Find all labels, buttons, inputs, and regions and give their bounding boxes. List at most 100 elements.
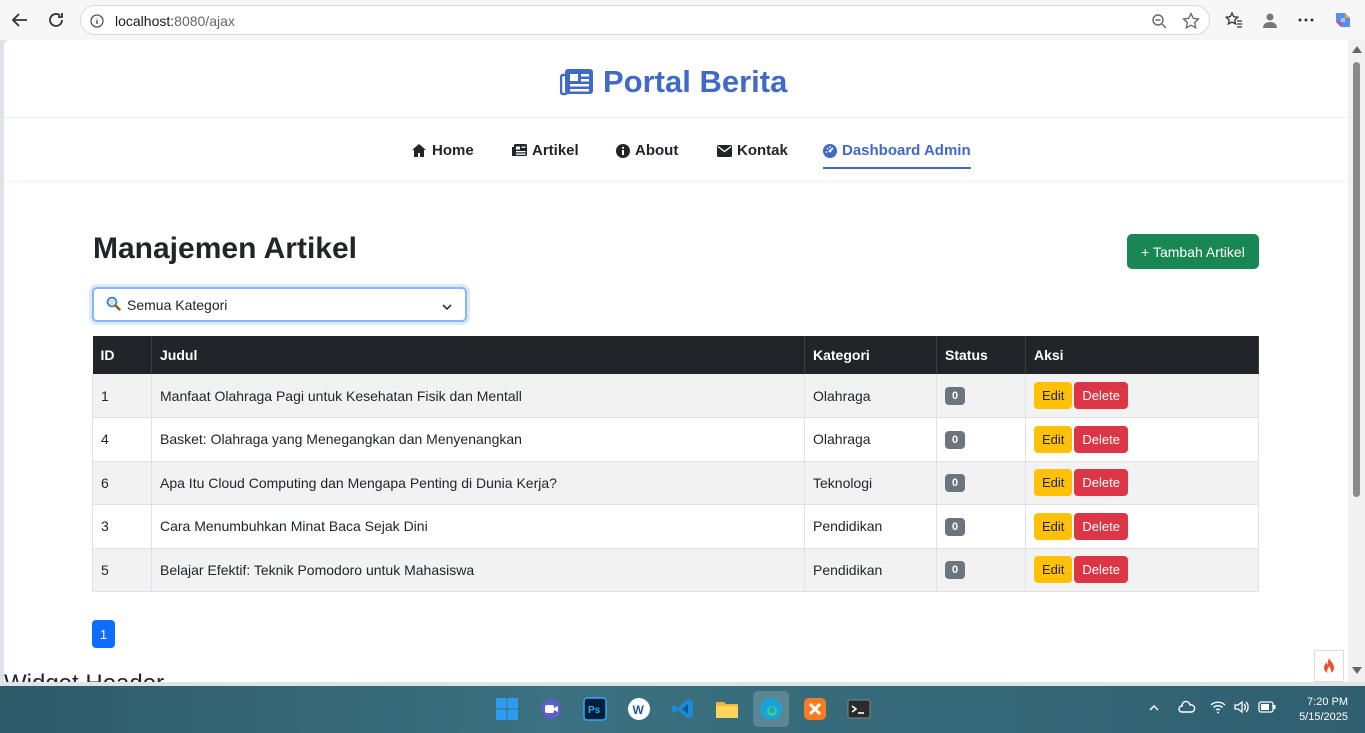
- cell-title: Cara Menumbuhkan Minat Baca Sejak Dini: [151, 504, 805, 549]
- terminal-icon[interactable]: [841, 691, 877, 727]
- pagination-page-1[interactable]: 1: [92, 620, 115, 648]
- cell-id: 1: [92, 374, 152, 418]
- file-explorer-icon[interactable]: [709, 691, 745, 727]
- nav-home[interactable]: Home: [411, 142, 474, 159]
- edit-button[interactable]: Edit: [1034, 382, 1073, 409]
- windows-taskbar: Ps W 7:20 PM 5/15/2025: [0, 686, 1365, 733]
- more-options-icon[interactable]: [1294, 8, 1318, 32]
- address-bar[interactable]: localhost:8080/ajax: [80, 5, 1210, 35]
- cell-id: 5: [92, 548, 152, 592]
- articles-table: ID Judul Kategori Status Aksi 1 Manfaat …: [92, 336, 1259, 592]
- cell-status: 0: [936, 504, 1026, 549]
- cell-category: Olahraga: [804, 374, 937, 418]
- favorite-star-icon[interactable]: [1181, 11, 1201, 31]
- cell-status: 0: [936, 417, 1026, 462]
- add-article-button[interactable]: + Tambah Artikel: [1127, 234, 1259, 269]
- table-row: 4 Basket: Olahraga yang Menegangkan dan …: [92, 417, 1259, 462]
- status-badge: 0: [945, 474, 966, 493]
- column-header-id: ID: [92, 336, 152, 374]
- wps-icon[interactable]: W: [621, 691, 657, 727]
- delete-button[interactable]: Delete: [1074, 382, 1128, 409]
- column-header-status: Status: [936, 336, 1026, 374]
- cell-actions: Edit Delete: [1025, 504, 1259, 549]
- tray-chevron-up-icon[interactable]: [1148, 700, 1160, 718]
- page-title: Manajemen Artikel: [93, 232, 357, 265]
- cell-status: 0: [936, 461, 1026, 505]
- edge-icon[interactable]: [753, 691, 789, 727]
- cell-id: 6: [92, 461, 152, 505]
- cell-category: Pendidikan: [804, 548, 937, 592]
- scroll-down-icon[interactable]: [1352, 667, 1362, 674]
- widget-header: Widget Header: [4, 670, 164, 682]
- scroll-up-icon[interactable]: [1352, 46, 1362, 53]
- battery-icon[interactable]: [1258, 700, 1276, 718]
- page-scrollbar[interactable]: [1348, 40, 1365, 682]
- brand-logo[interactable]: Portal Berita: [560, 64, 787, 100]
- site-info-icon[interactable]: [87, 11, 107, 31]
- status-badge: 0: [945, 387, 966, 405]
- teams-icon[interactable]: [533, 691, 569, 727]
- url-text: localhost:8080/ajax: [115, 13, 235, 29]
- cell-title: Belajar Efektif: Teknik Pomodoro untuk M…: [151, 548, 805, 592]
- table-row: 1 Manfaat Olahraga Pagi untuk Kesehatan …: [92, 374, 1259, 418]
- nav-about-label: About: [635, 142, 679, 159]
- delete-button[interactable]: Delete: [1074, 512, 1128, 540]
- vscode-icon[interactable]: [665, 691, 701, 727]
- onedrive-icon[interactable]: [1178, 700, 1196, 719]
- copilot-icon[interactable]: [1331, 8, 1355, 32]
- nav-dashboard-admin[interactable]: Dashboard Admin: [823, 142, 971, 169]
- reload-icon[interactable]: [44, 8, 68, 32]
- cell-actions: Edit Delete: [1025, 548, 1259, 592]
- cell-title: Basket: Olahraga yang Menegangkan dan Me…: [151, 417, 805, 462]
- cell-actions: Edit Delete: [1025, 461, 1259, 505]
- nav-artikel-label: Artikel: [532, 142, 579, 159]
- clock-date: 5/15/2025: [1299, 711, 1348, 723]
- volume-icon[interactable]: [1234, 700, 1250, 719]
- system-clock[interactable]: 7:20 PM 5/15/2025: [1290, 695, 1348, 725]
- status-badge: 0: [945, 430, 966, 449]
- nav-artikel[interactable]: Artikel: [512, 142, 579, 159]
- main-nav: Home Artikel About Kontak Dashboard Admi…: [4, 118, 1348, 180]
- svg-text:Ps: Ps: [588, 705, 601, 716]
- info-icon: [616, 143, 630, 158]
- nav-kontak-label: Kontak: [737, 142, 788, 159]
- edit-button[interactable]: Edit: [1034, 512, 1073, 540]
- photoshop-icon[interactable]: Ps: [577, 691, 613, 727]
- nav-about[interactable]: About: [616, 142, 678, 159]
- cell-actions: Edit Delete: [1025, 374, 1259, 418]
- column-header-kategori: Kategori: [804, 336, 937, 374]
- web-page: Portal Berita Home Artikel About Kontak …: [4, 40, 1348, 682]
- table-row: 6 Apa Itu Cloud Computing dan Mengapa Pe…: [92, 461, 1259, 505]
- cell-status: 0: [936, 374, 1026, 418]
- table-row: 5 Belajar Efektif: Teknik Pomodoro untuk…: [92, 548, 1259, 592]
- edit-button[interactable]: Edit: [1034, 425, 1073, 453]
- url-host: localhost:: [115, 13, 175, 29]
- delete-button[interactable]: Delete: [1074, 556, 1128, 584]
- nav-kontak[interactable]: Kontak: [717, 142, 788, 159]
- category-filter-select[interactable]: Semua Kategori: [92, 287, 467, 322]
- favorites-icon[interactable]: [1222, 8, 1246, 32]
- edit-button[interactable]: Edit: [1034, 469, 1073, 497]
- cell-actions: Edit Delete: [1025, 417, 1259, 462]
- newspaper-icon: [512, 144, 527, 156]
- table-header-row: ID Judul Kategori Status Aksi: [92, 336, 1259, 374]
- wifi-icon[interactable]: [1210, 700, 1226, 719]
- magnifier-icon: [106, 296, 121, 314]
- column-header-judul: Judul: [151, 336, 805, 374]
- profile-icon[interactable]: [1258, 8, 1282, 32]
- envelope-icon: [717, 144, 732, 157]
- newspaper-icon: [560, 69, 593, 96]
- start-icon[interactable]: [489, 691, 525, 727]
- brand-text: Portal Berita: [603, 64, 788, 99]
- delete-button[interactable]: Delete: [1074, 425, 1128, 453]
- flame-icon[interactable]: [1314, 650, 1344, 682]
- zoom-icon[interactable]: [1149, 11, 1169, 31]
- cell-id: 4: [92, 417, 152, 462]
- edit-button[interactable]: Edit: [1034, 556, 1073, 584]
- browser-toolbar: localhost:8080/ajax: [0, 0, 1365, 40]
- scrollbar-thumb[interactable]: [1353, 62, 1360, 497]
- xampp-icon[interactable]: [797, 691, 833, 727]
- back-icon[interactable]: [8, 8, 32, 32]
- delete-button[interactable]: Delete: [1074, 469, 1128, 497]
- chevron-down-icon: [441, 299, 453, 315]
